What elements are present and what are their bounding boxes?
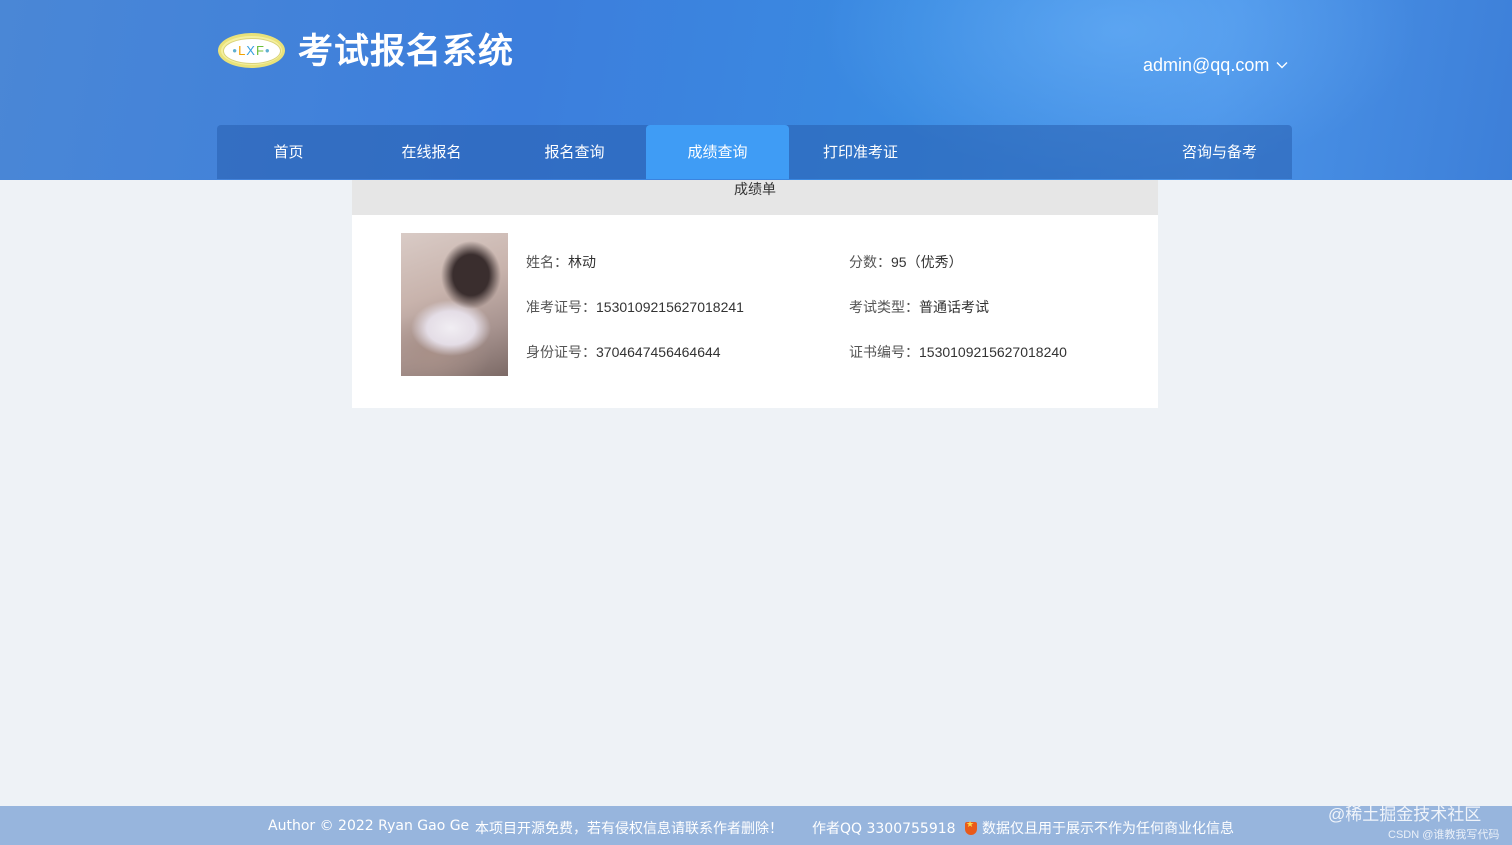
police-badge-icon <box>965 820 977 835</box>
id-value: 3704647456464644 <box>596 344 721 360</box>
main-nav: 首页 在线报名 报名查询 成绩查询 打印准考证 咨询与备考 <box>217 125 1292 179</box>
nav-item-score-query[interactable]: 成绩查询 <box>646 125 789 179</box>
logo-letter-x: X <box>246 43 256 58</box>
footer-qq: 作者QQ 3300755918 <box>812 821 956 837</box>
ticket-value: 1530109215627018241 <box>596 299 744 315</box>
logo-letter-l: L <box>238 43 247 58</box>
footer-open-source: 本项目开源免费，若有侵权信息请联系作者删除！ <box>475 821 783 837</box>
cert-value: 1530109215627018240 <box>919 344 1067 360</box>
chevron-down-icon <box>1276 62 1288 69</box>
nav-item-register-query[interactable]: 报名查询 <box>503 125 646 179</box>
exam-type-value: 普通话考试 <box>919 299 989 315</box>
watermark-csdn: CSDN @谁教我写代码 <box>1388 829 1500 841</box>
score-card-title: 成绩单 <box>352 180 1158 215</box>
watermark-juejin: @稀土掘金技术社区 <box>1328 805 1482 824</box>
site-title: 考试报名系统 <box>298 32 515 72</box>
score-value: 95（优秀） <box>891 254 963 270</box>
score-card: 成绩单 姓名：林动 分数：95（优秀） 准考证号：153010921562701… <box>352 180 1158 408</box>
footer: Author © 2022 Ryan Gao Ge 本项目开源免费，若有侵权信息… <box>0 806 1512 845</box>
footer-disclaimer: 数据仅且用于展示不作为任何商业化信息 <box>965 818 1234 838</box>
nav-item-consult[interactable]: 咨询与备考 <box>1147 125 1292 179</box>
footer-author: Author © 2022 Ryan Gao Ge <box>268 818 470 834</box>
exam-type-field: 考试类型：普通话考试 <box>849 299 989 316</box>
nav-item-home[interactable]: 首页 <box>217 125 360 179</box>
score-field: 分数：95（优秀） <box>849 254 963 271</box>
name-value: 林动 <box>568 254 596 270</box>
nav-item-online-register[interactable]: 在线报名 <box>360 125 503 179</box>
logo[interactable]: ● L X F ● <box>218 33 285 68</box>
nav-item-print-ticket[interactable]: 打印准考证 <box>789 125 932 179</box>
name-field: 姓名：林动 <box>526 254 596 271</box>
logo-badge: ● L X F ● <box>222 37 281 64</box>
user-email: admin@qq.com <box>1143 55 1270 75</box>
logo-letter-f: F <box>255 43 265 58</box>
cert-field: 证书编号：1530109215627018240 <box>849 344 1067 361</box>
user-menu[interactable]: admin@qq.com <box>1143 52 1289 78</box>
id-field: 身份证号：3704647456464644 <box>526 344 721 361</box>
candidate-photo <box>401 233 508 376</box>
header: ● L X F ● 考试报名系统 admin@qq.com 首页 在线报名 报名… <box>0 0 1512 180</box>
ticket-field: 准考证号：1530109215627018241 <box>526 299 744 316</box>
